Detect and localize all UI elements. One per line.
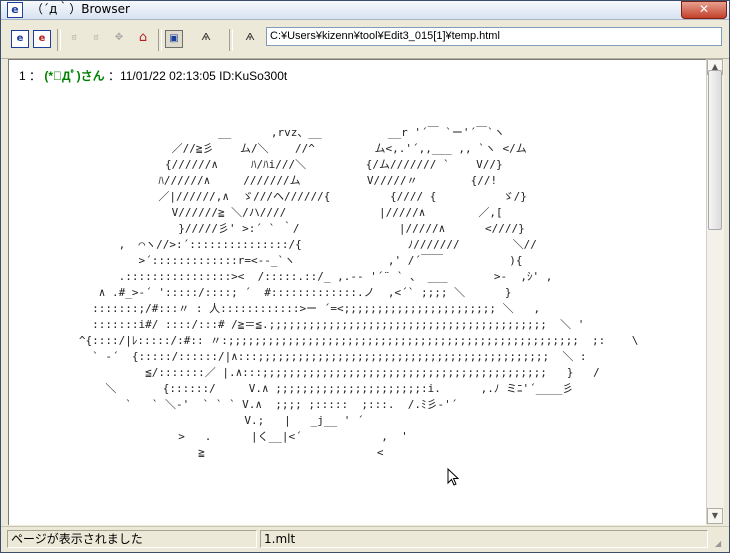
status-message: ページが表示されました bbox=[7, 530, 257, 548]
mouse-cursor-icon bbox=[447, 468, 459, 486]
monar-face-icon[interactable]: Ѧ bbox=[195, 30, 217, 48]
aa-face-left-icon[interactable]: ಠ bbox=[65, 30, 83, 48]
status-file: 1.mlt bbox=[260, 530, 708, 548]
page-content[interactable]: 1 ： (*ﾟДﾟ)さん ：11/01/22 02:13:05 ID:KuSo3… bbox=[8, 59, 706, 525]
toolbar-separator bbox=[229, 29, 233, 51]
aa-face-right-icon[interactable]: ಠ bbox=[87, 30, 105, 48]
app-icon[interactable]: e bbox=[7, 2, 23, 18]
post-author-name: (*ﾟДﾟ)さん bbox=[44, 69, 105, 83]
home-icon[interactable]: ⌂ bbox=[134, 30, 152, 48]
resize-grip-icon[interactable]: ◢ bbox=[715, 539, 727, 551]
window-title: （´д｀）Browser bbox=[31, 2, 130, 16]
thread-window-icon[interactable]: ▣ bbox=[165, 30, 183, 48]
e-alt-button[interactable]: e bbox=[33, 30, 51, 48]
toolbar-separator bbox=[57, 29, 61, 51]
ascii-art: __ ,rvz、__ __r '´￣ `ー'´￣`ヽ ／//≧彡 ム/＼ //^… bbox=[78, 126, 639, 459]
e-button[interactable]: e bbox=[11, 30, 29, 48]
post-number: 1 bbox=[19, 69, 26, 83]
status-bar: ページが表示されました 1.mlt ◢ bbox=[1, 526, 729, 552]
scroll-thumb[interactable] bbox=[708, 70, 722, 230]
close-button[interactable]: ✕ bbox=[681, 1, 727, 19]
vertical-scrollbar[interactable]: ▲ ▼ bbox=[706, 59, 724, 524]
toolbar-separator bbox=[158, 29, 162, 51]
scroll-down-icon[interactable]: ▼ bbox=[707, 508, 723, 524]
stop-icon[interactable]: ✥ bbox=[110, 30, 128, 48]
title-bar[interactable]: e （´д｀）Browser ✕ bbox=[1, 1, 729, 20]
post-datetime-id: ：11/01/22 02:13:05 ID:KuSo300t bbox=[107, 69, 288, 83]
address-bar[interactable]: C:¥Users¥kizenn¥tool¥Edit3_015[1]¥temp.h… bbox=[266, 27, 722, 46]
go-face-icon[interactable]: Ѧ bbox=[241, 30, 259, 48]
post-separator: ： bbox=[29, 69, 42, 83]
post-header: 1 ： (*ﾟДﾟ)さん ：11/01/22 02:13:05 ID:KuSo3… bbox=[19, 67, 287, 84]
browser-window: e （´д｀）Browser ✕ e e ಠ ಠ ✥ ⌂ ▣ Ѧ Ѧ C:¥Us… bbox=[0, 0, 730, 553]
